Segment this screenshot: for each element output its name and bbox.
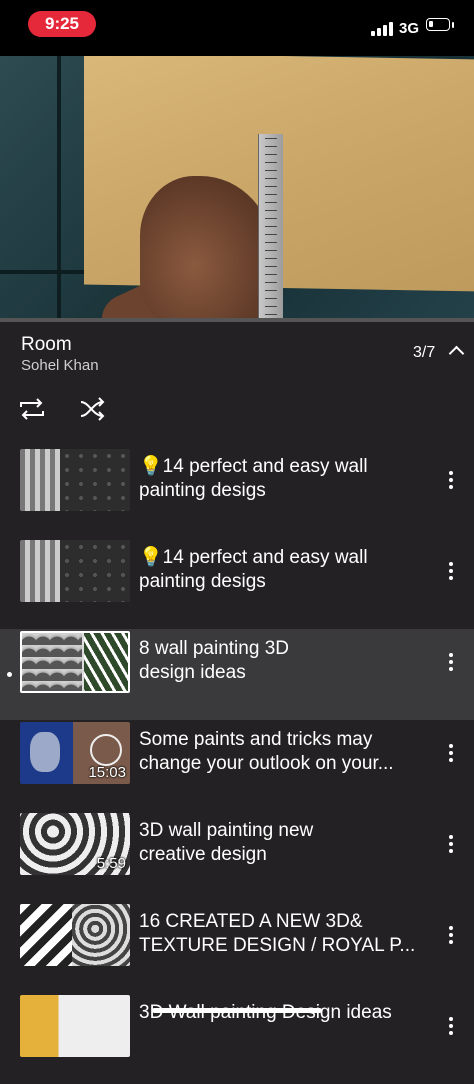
video-duration: 16:52	[88, 491, 126, 508]
signal-icon	[371, 22, 393, 36]
playlist-item[interactable]: 16:52 💡14 perfect and easy wall painting d…	[0, 538, 474, 629]
video-duration: 16:52	[88, 582, 126, 599]
video-title[interactable]: 16 CREATED A NEW 3D& TEXTURE DESIGN / ROY…	[139, 910, 429, 958]
video-title-line-2: creative design	[139, 844, 267, 865]
more-vert-icon[interactable]	[446, 651, 456, 673]
video-duration: 10:46	[86, 671, 124, 688]
video-thumbnail[interactable]	[20, 995, 130, 1057]
video-duration: 23:34	[88, 946, 126, 963]
video-title-line-2: TEXTURE DESIGN / ROYAL P...	[139, 935, 416, 956]
lightbulb-icon: 💡	[139, 547, 163, 568]
video-title[interactable]: Some paints and tricks may change your ou…	[139, 728, 429, 776]
video-duration: 5:59	[96, 855, 126, 872]
video-frame-ruler	[258, 134, 283, 322]
repeat-icon[interactable]	[16, 394, 48, 424]
chevron-up-icon[interactable]	[448, 345, 465, 362]
more-vert-icon[interactable]	[446, 560, 456, 582]
shuffle-icon[interactable]	[77, 394, 109, 424]
video-title[interactable]: 8 wall painting 3D design ideas	[139, 637, 429, 685]
playlist-header: Room Sohel Khan 3/7	[0, 322, 474, 442]
video-title[interactable]: 💡14 perfect and easy wall painting desigs	[139, 546, 429, 594]
video-title-line-2: painting desigs	[139, 571, 266, 592]
video-title-line-2: design ideas	[139, 662, 246, 683]
video-title[interactable]: 💡14 perfect and easy wall painting desigs	[139, 455, 429, 503]
video-title-line-1: 💡14 perfect and easy wall	[139, 456, 368, 477]
video-title-line-2: change your outlook on your...	[139, 753, 394, 774]
more-vert-icon[interactable]	[446, 469, 456, 491]
video-title-line-1: 8 wall painting 3D	[139, 638, 289, 659]
video-title-line-1: 3D Wall painting Design ideas	[139, 1002, 392, 1023]
playlist-item[interactable]: 23:34 16 CREATED A NEW 3D& TEXTURE DESIGN …	[0, 902, 474, 993]
video-title-line-1: 16 CREATED A NEW 3D&	[139, 911, 363, 932]
video-title-line-1: Some paints and tricks may	[139, 729, 373, 750]
status-bar: 9:25 3G	[0, 0, 474, 56]
video-title-line-2: painting desigs	[139, 480, 266, 501]
playlist-item[interactable]: 3D Wall painting Design ideas	[0, 993, 474, 1084]
video-duration: 15:03	[88, 764, 126, 781]
video-thumbnail[interactable]: 5:59	[20, 813, 130, 875]
video-title-line-1: 💡14 perfect and easy wall	[139, 547, 368, 568]
playlist-title: Room	[21, 334, 72, 355]
playlist-item[interactable]: 16:52 💡14 perfect and easy wall painting d…	[0, 447, 474, 538]
network-type: 3G	[399, 20, 420, 37]
video-player[interactable]	[0, 56, 474, 322]
more-vert-icon[interactable]	[446, 1015, 456, 1037]
playlist-author[interactable]: Sohel Khan	[21, 357, 99, 374]
more-vert-icon[interactable]	[446, 833, 456, 855]
playlist-item[interactable]: 10:46 8 wall painting 3D design ideas	[0, 629, 474, 720]
now-playing-indicator	[7, 672, 12, 677]
video-title-line-1: 3D wall painting new	[139, 820, 314, 841]
playlist-item[interactable]: 5:59 3D wall painting new creative design	[0, 811, 474, 902]
status-time[interactable]: 9:25	[28, 11, 96, 37]
video-thumbnail[interactable]: 16:52	[20, 540, 130, 602]
battery-icon	[426, 18, 450, 31]
more-vert-icon[interactable]	[446, 924, 456, 946]
video-title[interactable]: 3D wall painting new creative design	[139, 819, 429, 867]
home-indicator[interactable]	[152, 1008, 322, 1013]
video-thumbnail[interactable]: 23:34	[20, 904, 130, 966]
lightbulb-icon: 💡	[139, 456, 163, 477]
video-thumbnail[interactable]: 10:46	[20, 631, 130, 693]
video-title[interactable]: 3D Wall painting Design ideas	[139, 1001, 429, 1025]
video-thumbnail[interactable]: 16:52	[20, 449, 130, 511]
playlist-item[interactable]: 15:03 Some paints and tricks may change yo…	[0, 720, 474, 811]
more-vert-icon[interactable]	[446, 742, 456, 764]
battery-tip	[452, 22, 454, 28]
video-thumbnail[interactable]: 15:03	[20, 722, 130, 784]
playlist-position: 3/7	[413, 344, 436, 361]
